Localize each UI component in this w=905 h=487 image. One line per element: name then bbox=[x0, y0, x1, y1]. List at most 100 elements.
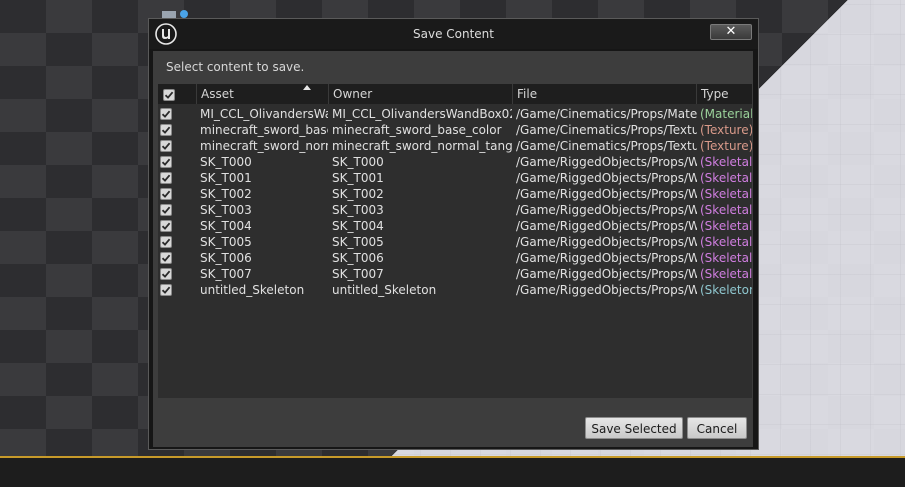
checkmark-icon bbox=[161, 286, 171, 294]
checkmark-icon bbox=[161, 206, 171, 214]
column-label-file: File bbox=[517, 87, 538, 101]
cell-file: /Game/RiggedObjects/Props/War bbox=[516, 251, 697, 265]
row-checkbox[interactable] bbox=[160, 252, 172, 264]
cell-file: /Game/RiggedObjects/Props/War bbox=[516, 235, 697, 249]
table-row[interactable]: MI_CCL_OlivandersWand MI_CCL_OlivandersWa… bbox=[158, 106, 752, 122]
cell-type: (Skeleton bbox=[700, 283, 752, 297]
row-checkbox[interactable] bbox=[160, 124, 172, 136]
table-row[interactable]: minecraft_sword_norma minecraft_sword_nor… bbox=[158, 138, 752, 154]
cell-file: /Game/RiggedObjects/Props/War bbox=[516, 267, 697, 281]
table-row[interactable]: SK_T005 SK_T005/Game/RiggedObjects/Props/… bbox=[158, 234, 752, 250]
cell-file: /Game/Cinematics/Props/Texture bbox=[516, 123, 697, 137]
cell-type: (Texture) bbox=[700, 123, 752, 137]
cell-owner: SK_T006 bbox=[332, 251, 384, 265]
dialog-prompt: Select content to save. bbox=[166, 60, 305, 74]
content-table: Asset Owner File Type MI_CCL_OlivandersW… bbox=[158, 84, 752, 398]
column-label-type: Type bbox=[701, 87, 729, 101]
cell-type: (Material) bbox=[700, 107, 752, 121]
cell-type: (Skeletal bbox=[700, 251, 752, 265]
cell-owner: SK_T003 bbox=[332, 203, 384, 217]
row-checkbox[interactable] bbox=[160, 188, 172, 200]
close-button[interactable]: ✕ bbox=[710, 24, 752, 40]
checkmark-icon bbox=[161, 126, 171, 134]
cell-type: (Skeletal bbox=[700, 235, 752, 249]
select-all-checkbox[interactable] bbox=[163, 89, 175, 101]
cell-file: /Game/Cinematics/Props/Materia bbox=[516, 107, 697, 121]
save-selected-button[interactable]: Save Selected bbox=[585, 417, 683, 439]
row-checkbox[interactable] bbox=[160, 140, 172, 152]
cell-asset: untitled_Skeleton bbox=[200, 283, 305, 297]
checkmark-icon bbox=[161, 254, 171, 262]
cell-owner: minecraft_sword_normal_tangent bbox=[332, 139, 512, 153]
checkmark-icon bbox=[161, 222, 171, 230]
cell-owner: SK_T005 bbox=[332, 235, 384, 249]
dialog-content: Select content to save. Asset Owner File… bbox=[153, 51, 753, 447]
cell-asset: MI_CCL_OlivandersWand bbox=[200, 107, 328, 121]
table-row[interactable]: SK_T007 SK_T007/Game/RiggedObjects/Props/… bbox=[158, 266, 752, 282]
cell-owner: SK_T004 bbox=[332, 219, 384, 233]
checkmark-icon bbox=[161, 174, 171, 182]
table-row[interactable]: SK_T002 SK_T002/Game/RiggedObjects/Props/… bbox=[158, 186, 752, 202]
cell-owner: MI_CCL_OlivandersWandBox02B bbox=[332, 107, 512, 121]
cancel-button[interactable]: Cancel bbox=[687, 417, 747, 439]
column-label-owner: Owner bbox=[333, 87, 373, 101]
cell-file: /Game/RiggedObjects/Props/War bbox=[516, 283, 697, 297]
cell-file: /Game/RiggedObjects/Props/War bbox=[516, 155, 697, 169]
row-checkbox[interactable] bbox=[160, 236, 172, 248]
column-header-owner[interactable]: Owner bbox=[328, 84, 512, 104]
cell-type: (Skeletal bbox=[700, 267, 752, 281]
cell-asset: SK_T007 bbox=[200, 267, 252, 281]
cell-type: (Skeletal bbox=[700, 219, 752, 233]
table-row[interactable]: SK_T006 SK_T006/Game/RiggedObjects/Props/… bbox=[158, 250, 752, 266]
dialog-title: Save Content bbox=[413, 27, 494, 41]
checkmark-icon bbox=[161, 190, 171, 198]
cell-owner: SK_T002 bbox=[332, 187, 384, 201]
table-row[interactable]: SK_T001 SK_T001/Game/RiggedObjects/Props/… bbox=[158, 170, 752, 186]
cell-owner: minecraft_sword_base_color bbox=[332, 123, 502, 137]
cell-type: (Skeletal bbox=[700, 171, 752, 185]
cell-file: /Game/RiggedObjects/Props/War bbox=[516, 187, 697, 201]
table-row[interactable]: SK_T003 SK_T003/Game/RiggedObjects/Props/… bbox=[158, 202, 752, 218]
cell-type: (Skeletal bbox=[700, 187, 752, 201]
checkmark-icon bbox=[161, 110, 171, 118]
checkmark-icon bbox=[161, 158, 171, 166]
cell-asset: SK_T001 bbox=[200, 171, 252, 185]
checkmark-icon bbox=[161, 142, 171, 150]
cell-asset: minecraft_sword_base_c bbox=[200, 123, 328, 137]
cell-asset: SK_T006 bbox=[200, 251, 252, 265]
row-checkbox[interactable] bbox=[160, 204, 172, 216]
row-checkbox[interactable] bbox=[160, 220, 172, 232]
row-checkbox[interactable] bbox=[160, 268, 172, 280]
table-row[interactable]: minecraft_sword_base_c minecraft_sword_ba… bbox=[158, 122, 752, 138]
dialog-titlebar[interactable]: Save Content ✕ bbox=[149, 19, 758, 49]
cell-asset: SK_T005 bbox=[200, 235, 252, 249]
checkmark-icon bbox=[161, 270, 171, 278]
cell-asset: SK_T004 bbox=[200, 219, 252, 233]
table-row[interactable]: SK_T004 SK_T004/Game/RiggedObjects/Props/… bbox=[158, 218, 752, 234]
cell-file: /Game/RiggedObjects/Props/War bbox=[516, 219, 697, 233]
cell-type: (Skeletal bbox=[700, 155, 752, 169]
cell-type: (Texture) bbox=[700, 139, 752, 153]
row-checkbox[interactable] bbox=[160, 108, 172, 120]
cell-asset: SK_T003 bbox=[200, 203, 252, 217]
cell-asset: minecraft_sword_norma bbox=[200, 139, 328, 153]
cell-asset: SK_T002 bbox=[200, 187, 252, 201]
row-checkbox[interactable] bbox=[160, 172, 172, 184]
table-row[interactable]: untitled_Skeleton untitled_Skeleton/Game/… bbox=[158, 282, 752, 298]
sort-ascending-icon bbox=[303, 85, 311, 90]
save-content-dialog: Save Content ✕ Select content to save. A… bbox=[148, 18, 759, 450]
cell-asset: SK_T000 bbox=[200, 155, 252, 169]
cell-file: /Game/RiggedObjects/Props/War bbox=[516, 171, 697, 185]
cell-type: (Skeletal bbox=[700, 203, 752, 217]
column-header-asset[interactable]: Asset bbox=[196, 84, 328, 104]
column-header-type[interactable]: Type bbox=[696, 84, 752, 104]
row-checkbox[interactable] bbox=[160, 156, 172, 168]
cell-owner: SK_T001 bbox=[332, 171, 384, 185]
row-checkbox[interactable] bbox=[160, 284, 172, 296]
column-label-asset: Asset bbox=[201, 87, 234, 101]
cell-file: /Game/Cinematics/Props/Texture bbox=[516, 139, 697, 153]
cell-owner: SK_T000 bbox=[332, 155, 384, 169]
checkmark-icon bbox=[164, 91, 174, 99]
column-header-file[interactable]: File bbox=[512, 84, 696, 104]
table-row[interactable]: SK_T000 SK_T000/Game/RiggedObjects/Props/… bbox=[158, 154, 752, 170]
